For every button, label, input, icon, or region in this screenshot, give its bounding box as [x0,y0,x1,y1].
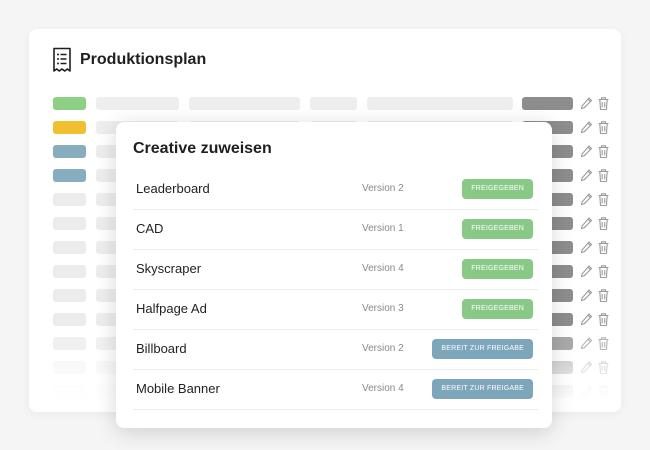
creative-item[interactable]: Mobile Banner Version 4 BEREIT ZUR FREIGAB… [133,370,538,410]
trash-icon[interactable] [597,384,610,399]
status-swatch [53,193,86,206]
status-swatch [53,97,86,110]
creative-item[interactable]: Billboard Version 2 BEREIT ZUR FREIGABE [133,330,538,370]
creative-version: Version 1 [362,223,404,234]
status-swatch [53,241,86,254]
status-swatch [53,289,86,302]
creative-item[interactable]: Skyscraper Version 4 FREIGEGEBEN [133,250,538,290]
pencil-icon[interactable] [580,216,593,231]
pencil-icon[interactable] [580,384,593,399]
trash-icon[interactable] [597,96,610,111]
pencil-icon[interactable] [580,120,593,135]
modal-title: Creative zuweisen [133,140,272,157]
status-swatch [53,217,86,230]
creative-version: Version 2 [362,183,404,194]
creative-item[interactable]: CAD Version 1 FREIGEGEBEN [133,210,538,250]
status-swatch [53,265,86,278]
creative-item[interactable]: Halfpage Ad Version 3 FREIGEGEBEN [133,290,538,330]
status-badge[interactable]: BEREIT ZUR FREIGABE [432,339,533,359]
pencil-icon[interactable] [580,288,593,303]
creative-name: Billboard [136,341,187,356]
status-swatch [53,361,86,374]
status-badge[interactable]: FREIGEGEBEN [462,219,533,239]
status-swatch [53,337,86,350]
status-swatch [53,169,86,182]
pencil-icon[interactable] [580,336,593,351]
creative-version: Version 4 [362,263,404,274]
pencil-icon[interactable] [580,192,593,207]
trash-icon[interactable] [597,192,610,207]
card-header: Produktionsplan [52,47,206,73]
placeholder-cell [310,97,357,110]
creative-name: Leaderboard [136,181,210,196]
schedule-row [29,96,621,111]
status-swatch [53,385,86,398]
trash-icon[interactable] [597,144,610,159]
status-badge[interactable]: FREIGEGEBEN [462,259,533,279]
status-swatch [53,121,86,134]
pencil-icon[interactable] [580,360,593,375]
status-badge[interactable]: FREIGEGEBEN [462,179,533,199]
status-badge[interactable]: BEREIT ZUR FREIGABE [432,379,533,399]
creative-name: Mobile Banner [136,381,220,396]
trash-icon[interactable] [597,288,610,303]
placeholder-cell [367,97,513,110]
pencil-icon[interactable] [580,240,593,255]
trash-icon[interactable] [597,264,610,279]
creative-name: Skyscraper [136,261,202,276]
trash-icon[interactable] [597,336,610,351]
trash-icon[interactable] [597,216,610,231]
trash-icon[interactable] [597,168,610,183]
trash-icon[interactable] [597,360,610,375]
placeholder-button [522,97,573,110]
creative-name: CAD [136,221,164,236]
pencil-icon[interactable] [580,168,593,183]
page-title: Produktionsplan [80,51,207,68]
creative-version: Version 2 [362,343,404,354]
pencil-icon[interactable] [580,144,593,159]
creative-version: Version 3 [362,303,404,314]
trash-icon[interactable] [597,312,610,327]
pencil-icon[interactable] [580,96,593,111]
creative-version: Version 4 [362,383,404,394]
creative-item[interactable]: Leaderboard Version 2 FREIGEGEBEN [133,170,538,210]
status-badge[interactable]: FREIGEGEBEN [462,299,533,319]
creative-name: Halfpage Ad [136,301,207,316]
pencil-icon[interactable] [580,312,593,327]
pencil-icon[interactable] [580,264,593,279]
placeholder-cell [189,97,300,110]
assign-creative-modal: Creative zuweisen Leaderboard Version 2 FR… [116,122,552,428]
status-swatch [53,313,86,326]
placeholder-cell [96,97,179,110]
trash-icon[interactable] [597,240,610,255]
status-swatch [53,145,86,158]
trash-icon[interactable] [597,120,610,135]
document-list-icon [53,47,71,72]
